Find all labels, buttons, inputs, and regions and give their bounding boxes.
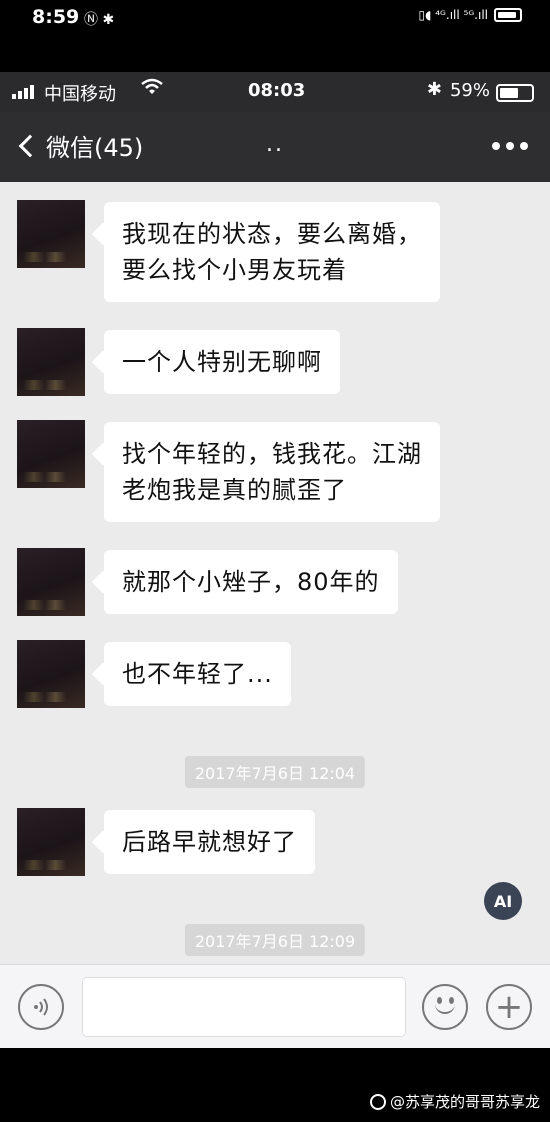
battery-percent: 59%: [449, 80, 490, 101]
message-bubble[interactable]: 也不年轻了...: [104, 642, 291, 706]
avatar[interactable]: [17, 548, 85, 616]
message-text: 一个人特别无聊啊: [122, 348, 322, 376]
avatar[interactable]: [17, 200, 85, 268]
outer-battery-icon: [494, 8, 522, 22]
chat-title: ..: [266, 132, 284, 157]
input-bar: +: [0, 964, 550, 1048]
chat-header: 微信(45) ..: [0, 112, 550, 182]
carrier-label: 中国移动: [44, 84, 116, 105]
message-text: 后路早就想好了: [122, 828, 297, 856]
voice-button[interactable]: [18, 984, 64, 1030]
outer-network-icons: ▯◖ ⁴ᴳ.ıll ⁵ᴳ.ıll: [418, 8, 488, 22]
signal-icon: [12, 85, 34, 99]
outer-signal-icons: ▯◖ ⁴ᴳ.ıll ⁵ᴳ.ıll: [418, 8, 522, 22]
watermark-text: @苏享茂的哥哥苏享龙: [389, 1093, 540, 1111]
clock: 08:03: [248, 80, 306, 101]
avatar[interactable]: [17, 328, 85, 396]
ai-assistant-button[interactable]: AI: [484, 882, 522, 920]
avatar[interactable]: [17, 640, 85, 708]
message-bubble[interactable]: 一个人特别无聊啊: [104, 330, 340, 394]
status-bar: 中国移动 08:03 ✱ 59%: [0, 72, 550, 112]
more-button[interactable]: [492, 142, 528, 150]
message-text: 也不年轻了...: [122, 660, 273, 688]
outer-status-bar: 8:59 Ⓝ ✱ ▯◖ ⁴ᴳ.ıll ⁵ᴳ.ıll: [0, 0, 550, 72]
outer-clock: 8:59: [32, 6, 80, 28]
message-text: 老炮我是真的腻歪了: [122, 476, 347, 504]
message-input[interactable]: [82, 977, 406, 1037]
weibo-icon: [369, 1093, 386, 1110]
chat-area[interactable]: 我现在的状态，要么离婚， 要么找个小男友玩着 一个人特别无聊啊 找个年轻的，钱我…: [0, 182, 550, 964]
message-bubble[interactable]: 后路早就想好了: [104, 810, 315, 874]
message-bubble[interactable]: 就那个小矬子，80年的: [104, 550, 398, 614]
footer: @苏享茂的哥哥苏享龙: [0, 1048, 550, 1122]
avatar[interactable]: [17, 808, 85, 876]
more-icon: [492, 142, 500, 150]
emoji-icon: [424, 984, 466, 1030]
timestamp: 2017年7月6日 12:04: [184, 756, 366, 788]
message-text: 就那个小矬子，80年的: [122, 568, 380, 596]
battery-icon: [496, 84, 534, 102]
wifi-icon: [140, 77, 164, 102]
voice-icon: [34, 998, 48, 1016]
plus-button[interactable]: +: [486, 984, 532, 1030]
message-text: 我现在的状态，要么离婚，: [122, 220, 422, 248]
message-text: 找个年轻的，钱我花。江湖: [122, 440, 422, 468]
message-text: 要么找个小男友玩着: [122, 256, 347, 284]
avatar[interactable]: [17, 420, 85, 488]
watermark: @苏享茂的哥哥苏享龙: [369, 1091, 540, 1112]
bluetooth-icon: ✱: [426, 79, 442, 100]
outer-notification-icons: Ⓝ ✱: [84, 12, 115, 28]
message-bubble[interactable]: 找个年轻的，钱我花。江湖 老炮我是真的腻歪了: [104, 422, 440, 522]
emoji-button[interactable]: [422, 984, 468, 1030]
timestamp: 2017年7月6日 12:09: [184, 924, 366, 956]
plus-icon: +: [494, 987, 524, 1027]
message-bubble[interactable]: 我现在的状态，要么离婚， 要么找个小男友玩着: [104, 202, 440, 302]
